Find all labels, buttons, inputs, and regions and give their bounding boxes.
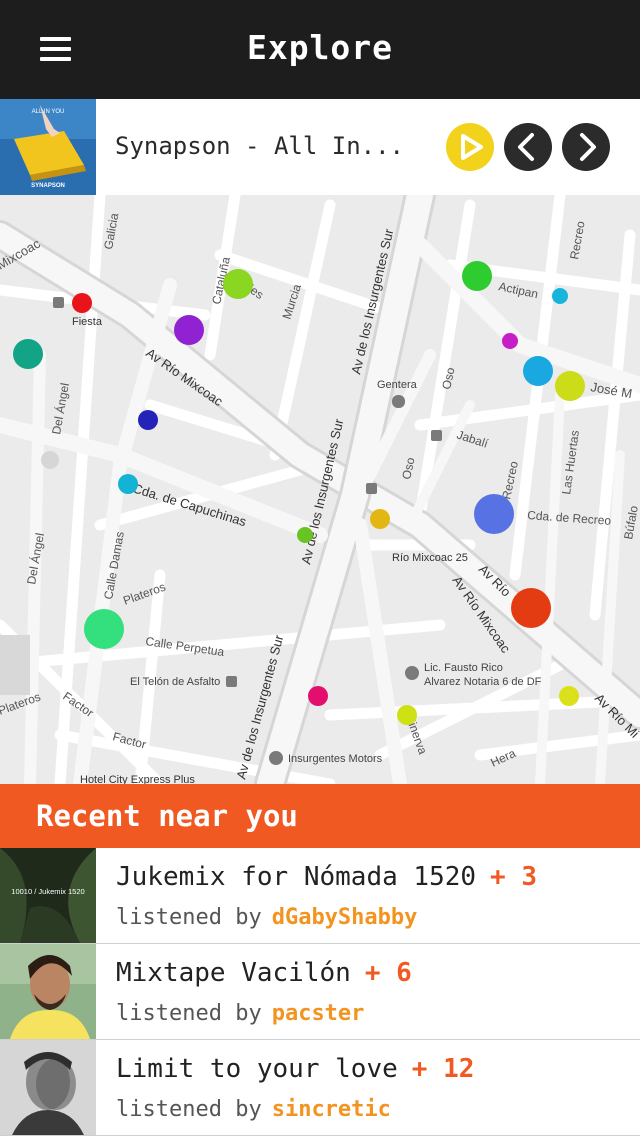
marker-yellow-2[interactable] bbox=[559, 686, 579, 706]
list-item[interactable]: Mixtape Vacilón + 6 listened by pacster bbox=[0, 944, 640, 1040]
chevron-right-icon bbox=[580, 133, 596, 161]
chevron-left-icon bbox=[518, 133, 534, 161]
section-title: Recent near you bbox=[36, 799, 298, 833]
list-item-title: Mixtape Vacilón + 6 bbox=[116, 958, 412, 988]
metro-icon bbox=[392, 395, 405, 408]
list-item[interactable]: 10010 / Jukemix 1520 Jukemix for Nómada … bbox=[0, 848, 640, 944]
username-link[interactable]: dGabyShabby bbox=[272, 905, 418, 930]
place-icon bbox=[405, 666, 419, 680]
previous-button[interactable] bbox=[504, 123, 552, 171]
map-label: Gentera bbox=[377, 379, 418, 391]
page-title: Explore bbox=[246, 28, 394, 67]
map-label: Lic. Fausto Rico bbox=[424, 662, 503, 674]
now-playing-track: Synapson - All In... bbox=[115, 132, 404, 160]
cover-title-text: ALL IN YOU bbox=[32, 109, 65, 115]
map-label: Río Mixcoac 25 bbox=[392, 552, 468, 564]
mix-title: Jukemix for Nómada 1520 bbox=[116, 862, 477, 892]
list-item-title: Jukemix for Nómada 1520 + 3 bbox=[116, 862, 537, 892]
list-item-subtitle: listened by pacster bbox=[116, 1001, 364, 1026]
marker-cyan-capuchinas[interactable] bbox=[118, 474, 138, 494]
marker-yellow-1[interactable] bbox=[397, 705, 417, 725]
listened-by-label: listened by bbox=[116, 905, 262, 930]
shop-icon bbox=[269, 751, 283, 765]
top-bar: Explore bbox=[0, 0, 640, 99]
next-button[interactable] bbox=[562, 123, 610, 171]
map-label: Hotel City Express Plus bbox=[80, 774, 195, 784]
bus-stop-icon bbox=[366, 483, 377, 494]
plus-count: + 3 bbox=[490, 862, 537, 892]
mix-title: Mixtape Vacilón bbox=[116, 958, 351, 988]
marker-blue-large[interactable] bbox=[474, 494, 514, 534]
album-cover[interactable]: ALL IN YOU SYNAPSON bbox=[0, 99, 96, 195]
marker-cyan-small[interactable] bbox=[552, 288, 568, 304]
marker-orange-red[interactable] bbox=[511, 588, 551, 628]
listened-by-label: listened by bbox=[116, 1001, 262, 1026]
marker-purple[interactable] bbox=[174, 315, 204, 345]
play-button[interactable] bbox=[446, 123, 494, 171]
map-label: Alvarez Notaria 6 de DF bbox=[424, 676, 542, 688]
marker-navy[interactable] bbox=[138, 410, 158, 430]
map-view[interactable]: Galicia Mixcoac Fiesta Cataluña Andes Mu… bbox=[0, 195, 640, 784]
mix-thumbnail bbox=[0, 944, 96, 1039]
bus-stop-icon bbox=[53, 297, 64, 308]
marker-cyan-large[interactable] bbox=[523, 356, 553, 386]
username-link[interactable]: pacster bbox=[272, 1001, 365, 1026]
marker-gold[interactable] bbox=[370, 509, 390, 529]
plus-count: + 12 bbox=[411, 1054, 475, 1084]
marker-mint[interactable] bbox=[84, 609, 124, 649]
marker-green-small[interactable] bbox=[297, 527, 313, 543]
marker-pink[interactable] bbox=[308, 686, 328, 706]
marker-red-fiesta[interactable] bbox=[72, 293, 92, 313]
list-item-title: Limit to your love + 12 bbox=[116, 1054, 474, 1084]
play-icon bbox=[461, 134, 483, 160]
marker-green-actipan[interactable] bbox=[462, 261, 492, 291]
marker-lime-andes[interactable] bbox=[223, 269, 253, 299]
cover-artist-text: SYNAPSON bbox=[31, 183, 65, 189]
theater-icon bbox=[226, 676, 237, 687]
recent-section-header: Recent near you bbox=[0, 784, 640, 848]
listened-by-label: listened by bbox=[116, 1097, 262, 1122]
username-link[interactable]: sincretic bbox=[272, 1097, 391, 1122]
thumbnail-caption: 10010 / Jukemix 1520 bbox=[11, 887, 84, 896]
marker-teal[interactable] bbox=[13, 339, 43, 369]
map-label: El Telón de Asfalto bbox=[130, 676, 220, 688]
list-item-subtitle: listened by dGabyShabby bbox=[116, 905, 417, 930]
plus-count: + 6 bbox=[364, 958, 412, 988]
mix-thumbnail: 10010 / Jukemix 1520 bbox=[0, 848, 96, 943]
map-label: Insurgentes Motors bbox=[288, 753, 383, 765]
mix-title: Limit to your love bbox=[116, 1054, 398, 1084]
marker-yellowgreen[interactable] bbox=[555, 371, 585, 401]
list-item-subtitle: listened by sincretic bbox=[116, 1097, 391, 1122]
mix-thumbnail bbox=[0, 1040, 96, 1135]
now-playing-bar: ALL IN YOU SYNAPSON Synapson - All In... bbox=[0, 99, 640, 196]
marker-magenta-small[interactable] bbox=[502, 333, 518, 349]
bus-stop-icon bbox=[431, 430, 442, 441]
map-label: Fiesta bbox=[72, 316, 103, 328]
list-item[interactable]: Limit to your love + 12 listened by sincre… bbox=[0, 1040, 640, 1136]
